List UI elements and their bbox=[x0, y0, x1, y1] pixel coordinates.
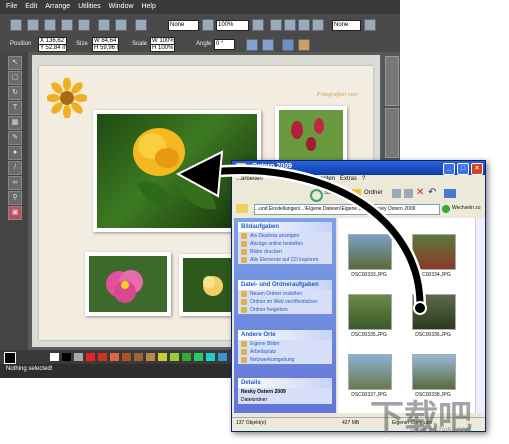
watermark-text: WWW.XIAZAIBA.COM bbox=[410, 428, 471, 434]
watermark: 下载吧 WWW.XIAZAIBA.COM bbox=[370, 390, 505, 440]
drag-arrow bbox=[175, 150, 427, 315]
